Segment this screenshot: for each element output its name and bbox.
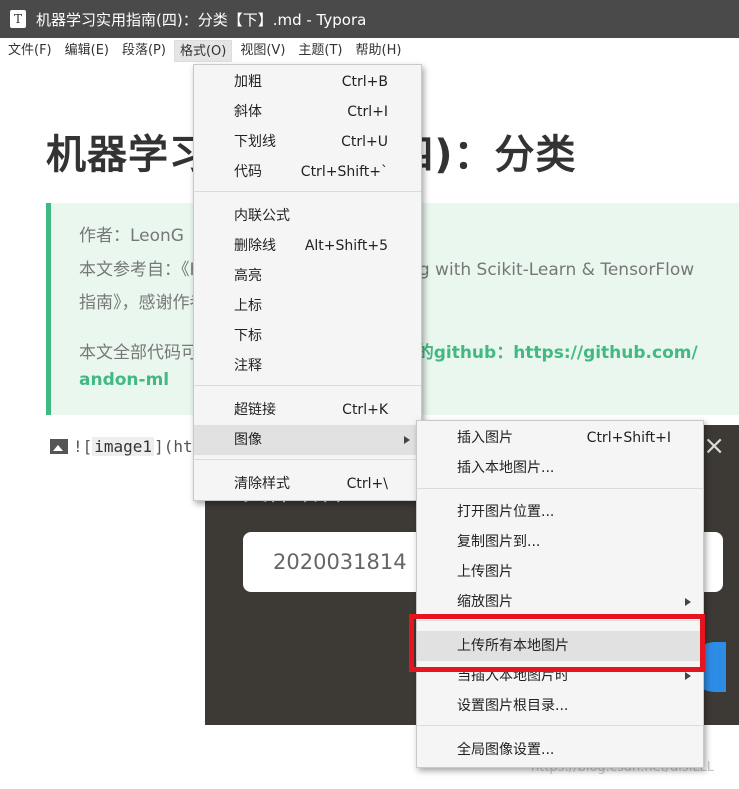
- menu-edit[interactable]: 编辑(E): [60, 40, 114, 62]
- menu-item-copy-image-to[interactable]: 复制图片到...: [417, 527, 703, 557]
- menu-item-clear-format[interactable]: 清除样式 Ctrl+\: [194, 469, 421, 499]
- menu-separator: [417, 488, 703, 489]
- menu-paragraph[interactable]: 段落(P): [117, 40, 171, 62]
- menu-item-insert-image[interactable]: 插入图片 Ctrl+Shift+I: [417, 423, 703, 453]
- menu-item-image[interactable]: 图像: [194, 425, 421, 455]
- menu-bar: 文件(F) 编辑(E) 段落(P) 格式(O) 视图(V) 主题(T) 帮助(H…: [0, 38, 739, 64]
- image-icon: [50, 439, 68, 454]
- quote-link-cont: andon-ml: [79, 370, 169, 390]
- format-menu: 加粗 Ctrl+B 斜体 Ctrl+I 下划线 Ctrl+U 代码 Ctrl+Shift…: [193, 64, 422, 501]
- menu-view[interactable]: 视图(V): [235, 40, 290, 62]
- menu-file[interactable]: 文件(F): [3, 40, 57, 62]
- menu-format[interactable]: 格式(O): [173, 40, 233, 62]
- typora-app-icon: T: [10, 10, 26, 28]
- annotation-highlight-box: [409, 614, 705, 672]
- menu-item-code[interactable]: 代码 Ctrl+Shift+`: [194, 157, 421, 187]
- menu-item-zoom-image[interactable]: 缩放图片: [417, 587, 703, 617]
- menu-item-subscript[interactable]: 下标: [194, 321, 421, 351]
- submenu-arrow-icon: [685, 598, 691, 606]
- github-link-continued[interactable]: andon-ml: [79, 370, 169, 390]
- close-icon[interactable]: ×: [703, 433, 725, 459]
- window-title: 机器学习实用指南(四)：分类【下】.md - Typora: [36, 10, 367, 29]
- menu-item-highlight[interactable]: 高亮: [194, 261, 421, 291]
- menu-item-global-image-settings[interactable]: 全局图像设置...: [417, 735, 703, 765]
- menu-separator: [417, 725, 703, 726]
- menu-item-underline[interactable]: 下划线 Ctrl+U: [194, 127, 421, 157]
- image-md-prefix: ![: [73, 437, 93, 456]
- menu-item-open-image-location[interactable]: 打开图片位置...: [417, 497, 703, 527]
- quote-author: 作者：LeonG: [79, 226, 184, 246]
- menu-separator: [194, 191, 421, 192]
- menu-item-comment[interactable]: 注释: [194, 351, 421, 381]
- image-alt-text: image1: [92, 437, 155, 456]
- menu-help[interactable]: 帮助(H): [351, 40, 407, 62]
- menu-theme[interactable]: 主题(T): [293, 40, 347, 62]
- submenu-arrow-icon: [685, 672, 691, 680]
- submenu-arrow-icon: [404, 436, 410, 444]
- menu-item-strikethrough[interactable]: 删除线 Alt+Shift+5: [194, 231, 421, 261]
- menu-item-insert-local-image[interactable]: 插入本地图片...: [417, 453, 703, 483]
- menu-separator: [194, 385, 421, 386]
- menu-item-superscript[interactable]: 上标: [194, 291, 421, 321]
- title-bar: T 机器学习实用指南(四)：分类【下】.md - Typora: [0, 0, 739, 38]
- menu-separator: [194, 459, 421, 460]
- menu-item-hyperlink[interactable]: 超链接 Ctrl+K: [194, 395, 421, 425]
- image-submenu: 插入图片 Ctrl+Shift+I 插入本地图片... 打开图片位置... 复制图…: [416, 420, 704, 768]
- menu-item-set-image-root[interactable]: 设置图片根目录...: [417, 691, 703, 721]
- menu-item-italic[interactable]: 斜体 Ctrl+I: [194, 97, 421, 127]
- menu-item-bold[interactable]: 加粗 Ctrl+B: [194, 67, 421, 97]
- menu-item-upload-image[interactable]: 上传图片: [417, 557, 703, 587]
- menu-item-inline-math[interactable]: 内联公式: [194, 201, 421, 231]
